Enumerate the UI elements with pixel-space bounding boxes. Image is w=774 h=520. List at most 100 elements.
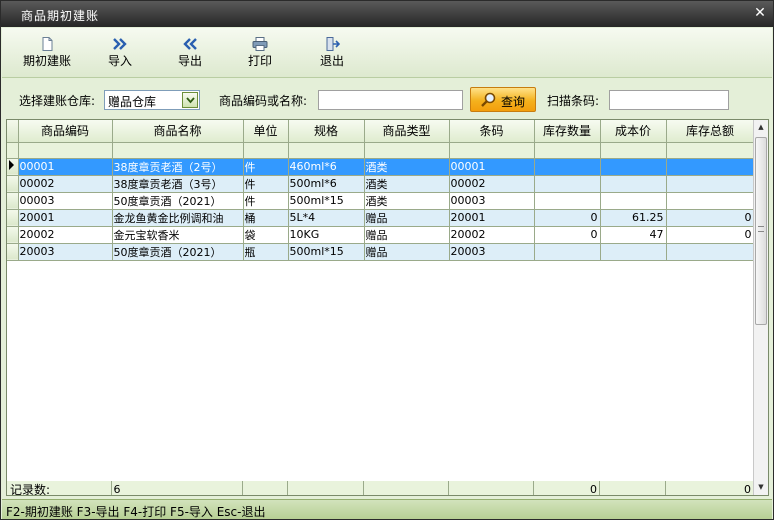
filter-cell[interactable] [18,142,113,159]
table-cell[interactable] [534,192,601,210]
table-cell[interactable]: 38度章贡老酒（2号） [112,158,244,176]
scroll-thumb[interactable] [755,137,767,325]
table-cell[interactable] [666,243,755,261]
title-bar[interactable]: 商品期初建账 ✕ [1,1,773,27]
exit-button[interactable]: 退出 [310,31,354,75]
table-cell[interactable] [600,192,667,210]
row-indicator[interactable] [7,192,19,210]
table-cell[interactable]: 酒类 [364,158,450,176]
row-indicator[interactable] [7,209,19,227]
table-cell[interactable] [666,192,755,210]
table-cell[interactable]: 00003 [18,192,113,210]
table-cell[interactable]: 00002 [449,175,535,193]
table-cell[interactable]: 500ml*15 [288,192,365,210]
table-row[interactable]: 20001 金龙鱼黄金比例调和油桶 5L*4 赠品 20001 0 61.25 0 [7,209,755,227]
export-button[interactable]: 导出 [168,31,212,75]
table-cell[interactable] [600,175,667,193]
table-cell[interactable]: 赠品 [364,209,450,227]
filter-cell[interactable] [534,142,601,159]
row-indicator[interactable] [7,226,19,244]
table-cell[interactable]: 件 [243,175,289,193]
table-cell[interactable]: 00003 [449,192,535,210]
table-cell[interactable]: 赠品 [364,243,450,261]
row-indicator[interactable] [7,243,19,261]
table-cell[interactable]: 10KG [288,226,365,244]
column-header[interactable]: 库存总额 [666,120,755,143]
table-cell[interactable]: 桶 [243,209,289,227]
table-cell[interactable]: 0 [534,226,601,244]
import-button[interactable]: 导入 [98,31,142,75]
table-cell[interactable]: 20001 [18,209,113,227]
column-header[interactable]: 成本价 [600,120,667,143]
table-cell[interactable]: 5L*4 [288,209,365,227]
table-cell[interactable]: 47 [600,226,667,244]
dropdown-arrow[interactable] [182,92,198,108]
table-cell[interactable]: 件 [243,158,289,176]
table-cell[interactable]: 袋 [243,226,289,244]
table-cell[interactable] [666,158,755,176]
table-cell[interactable]: 20003 [449,243,535,261]
column-header[interactable]: 条码 [449,120,535,143]
table-cell[interactable]: 50度章贡酒（2021） [112,192,244,210]
query-button[interactable]: 查询 [470,87,536,112]
table-cell[interactable]: 20002 [18,226,113,244]
table-row[interactable]: 00001 38度章贡老酒（2号）件 460ml*6 酒类 00001 [7,158,755,176]
table-cell[interactable]: 件 [243,192,289,210]
filter-cell[interactable] [112,142,244,159]
code-search-input[interactable] [318,90,463,110]
column-header[interactable]: 商品名称 [112,120,244,143]
table-cell[interactable]: 0 [666,209,755,227]
table-cell[interactable]: 00002 [18,175,113,193]
table-cell[interactable]: 金元宝软香米 [112,226,244,244]
row-indicator[interactable] [7,175,19,193]
table-cell[interactable]: 赠品 [364,226,450,244]
table-cell[interactable]: 酒类 [364,175,450,193]
table-cell[interactable]: 00001 [449,158,535,176]
opening-balance-button[interactable]: 期初建账 [20,31,74,75]
table-cell[interactable]: 20003 [18,243,113,261]
scroll-down-icon[interactable]: ▼ [754,480,768,495]
table-cell[interactable]: 460ml*6 [288,158,365,176]
table-cell[interactable] [666,175,755,193]
table-cell[interactable]: 0 [666,226,755,244]
print-button[interactable]: 打印 [238,31,282,75]
column-header[interactable]: 商品编码 [18,120,113,143]
table-row[interactable]: 00003 50度章贡酒（2021）件 500ml*15 酒类 00003 [7,192,755,210]
table-row[interactable]: 20003 50度章贡酒（2021）瓶 500ml*15 赠品 20003 [7,243,755,261]
table-cell[interactable]: 金龙鱼黄金比例调和油 [112,209,244,227]
filter-cell[interactable] [288,142,365,159]
filter-cell[interactable] [600,142,667,159]
table-row[interactable]: 20002 金元宝软香米袋 10KG 赠品 20002 0 47 0 [7,226,755,244]
table-cell[interactable]: 500ml*6 [288,175,365,193]
table-cell[interactable]: 0 [534,209,601,227]
filter-cell[interactable] [364,142,450,159]
table-cell[interactable]: 瓶 [243,243,289,261]
table-cell[interactable] [534,158,601,176]
table-cell[interactable]: 00001 [18,158,113,176]
table-cell[interactable]: 酒类 [364,192,450,210]
filter-cell[interactable] [449,142,535,159]
table-cell[interactable] [534,175,601,193]
barcode-input[interactable] [609,90,729,110]
close-icon[interactable]: ✕ [753,5,767,21]
table-cell[interactable] [600,158,667,176]
table-cell[interactable]: 61.25 [600,209,667,227]
table-row[interactable]: 00002 38度章贡老酒（3号）件 500ml*6 酒类 00002 [7,175,755,193]
warehouse-select[interactable]: 赠品仓库 [104,90,200,110]
table-cell[interactable]: 50度章贡酒（2021） [112,243,244,261]
column-header[interactable]: 规格 [288,120,365,143]
filter-cell[interactable] [666,142,755,159]
scroll-up-icon[interactable]: ▲ [754,120,768,135]
table-cell[interactable]: 20002 [449,226,535,244]
table-cell[interactable]: 20001 [449,209,535,227]
filter-cell[interactable] [243,142,289,159]
table-cell[interactable] [534,243,601,261]
table-cell[interactable] [600,243,667,261]
column-header[interactable]: 商品类型 [364,120,450,143]
column-header[interactable]: 单位 [243,120,289,143]
vertical-scrollbar[interactable]: ▲ ▼ [753,120,768,495]
column-header[interactable]: 库存数量 [534,120,601,143]
table-cell[interactable]: 500ml*15 [288,243,365,261]
table-cell[interactable]: 38度章贡老酒（3号） [112,175,244,193]
current-row-arrow-icon[interactable] [7,158,19,176]
